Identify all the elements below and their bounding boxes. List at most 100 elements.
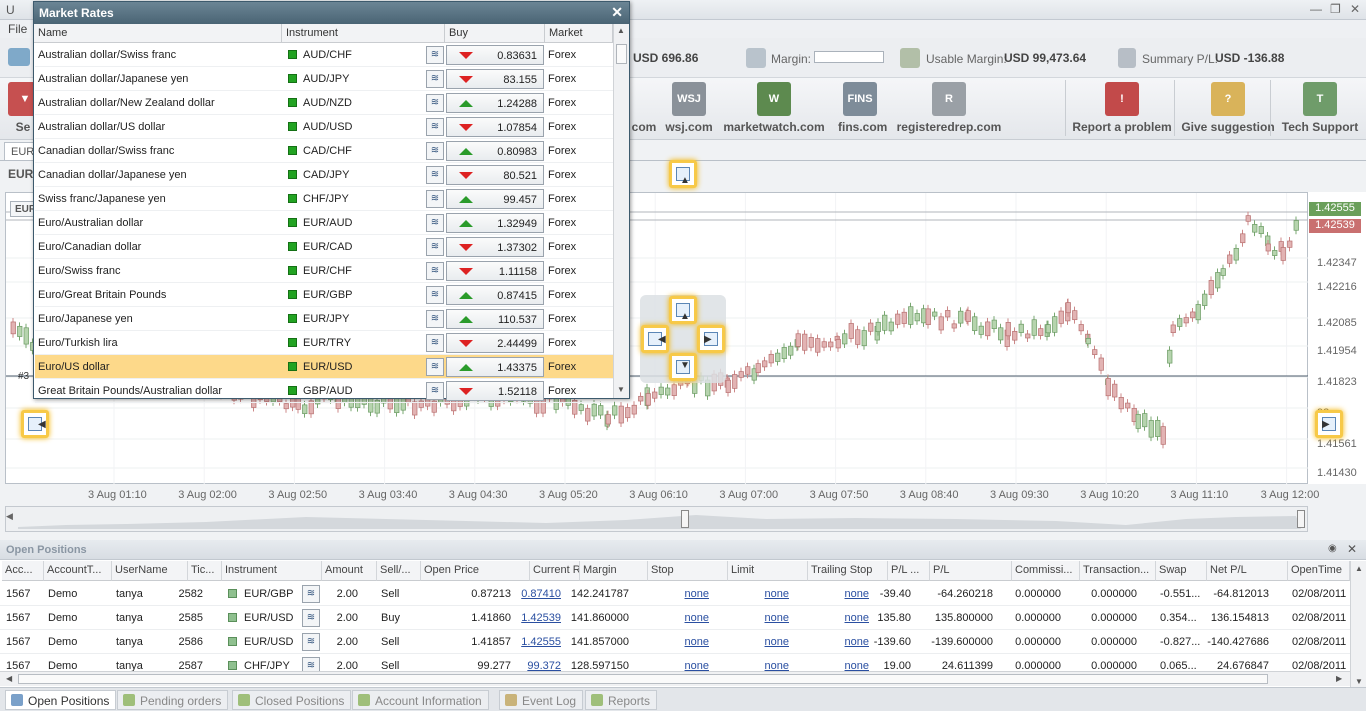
toolbar-item-2[interactable]: FINS fins.com <box>838 82 887 134</box>
positions-col-header[interactable]: Tic... <box>188 561 222 581</box>
chart-icon[interactable]: ≋ <box>426 94 444 112</box>
positions-col-header[interactable]: Trailing Stop <box>808 561 888 581</box>
tab-account-information[interactable]: Account Information <box>352 690 489 710</box>
cell-stop[interactable]: none <box>685 588 709 600</box>
buy-button[interactable]: 2.44499 <box>446 333 544 353</box>
buy-button[interactable]: 0.80983 <box>446 141 544 161</box>
cell-currentrate[interactable]: 1.42555 <box>521 636 561 648</box>
rate-row[interactable]: Euro/Turkish lira EUR/TRY ≋ 2.44499 Forex <box>35 331 613 355</box>
cell-trailingstop[interactable]: none <box>845 636 869 648</box>
positions-col-header[interactable]: Acc... <box>2 561 44 581</box>
cell-stop[interactable]: none <box>685 636 709 648</box>
nav-left-handle[interactable] <box>681 510 689 528</box>
chart-icon[interactable]: ≋ <box>426 238 444 256</box>
buy-button[interactable]: 1.24288 <box>446 93 544 113</box>
toolbar-item-6[interactable]: T Tech Support <box>1280 82 1360 134</box>
positions-col-header[interactable]: Net P/L <box>1207 561 1288 581</box>
market-rates-scrollbar[interactable]: ▲ ▼ <box>613 24 629 398</box>
close-app-icon[interactable]: ✕ <box>1350 2 1360 16</box>
scroll-thumb[interactable] <box>616 44 627 64</box>
toolbar-item-5[interactable]: ? Give suggestion <box>1180 82 1276 134</box>
cell-currentrate[interactable]: 1.42539 <box>521 612 561 624</box>
buy-button[interactable]: 1.43375 <box>446 357 544 377</box>
positions-col-header[interactable]: Commissi... <box>1012 561 1080 581</box>
maximize-icon[interactable]: ❐ <box>1330 2 1341 16</box>
buy-button[interactable]: 83.155 <box>446 69 544 89</box>
dock-guide-top[interactable]: ▲ <box>669 160 697 188</box>
positions-col-header[interactable]: OpenTime <box>1288 561 1350 581</box>
rate-row[interactable]: Australian dollar/Japanese yen AUD/JPY ≋ 83… <box>35 67 613 91</box>
rate-row[interactable]: Canadian dollar/Swiss franc CAD/CHF ≋ 0.809… <box>35 139 613 163</box>
chart-icon[interactable]: ≋ <box>426 46 444 64</box>
chart-icon[interactable]: ≋ <box>426 310 444 328</box>
toolbar-item-3[interactable]: Rregisteredrep.com <box>893 82 1005 134</box>
positions-vscroll[interactable]: ▲ ▼ <box>1350 561 1366 689</box>
buy-button[interactable]: 1.32949 <box>446 213 544 233</box>
toolbar-partial-com[interactable]: com <box>630 82 658 134</box>
cell-currentrate[interactable]: 0.87410 <box>521 588 561 600</box>
chart-icon[interactable]: ≋ <box>426 142 444 160</box>
chart-icon[interactable]: ≋ <box>426 334 444 352</box>
buy-button[interactable]: 1.07854 <box>446 117 544 137</box>
chart-icon[interactable]: ≋ <box>426 286 444 304</box>
close-icon[interactable]: ✕ <box>611 4 623 21</box>
scroll-right-icon[interactable]: ▶ <box>1336 674 1342 683</box>
cell-trailingstop[interactable]: none <box>845 612 869 624</box>
market-rates-window[interactable]: Market Rates ✕ Name Instrument Buy Marke… <box>33 1 630 403</box>
chart-icon[interactable]: ≋ <box>426 382 444 400</box>
cell-limit[interactable]: none <box>765 636 789 648</box>
positions-col-header[interactable]: UserName <box>112 561 188 581</box>
rate-row[interactable]: Swiss franc/Japanese yen CHF/JPY ≋ 99.457 Fo… <box>35 187 613 211</box>
chart-icon[interactable]: ≋ <box>302 633 320 651</box>
rate-row[interactable]: Australian dollar/Swiss franc AUD/CHF ≋ 0.8… <box>35 43 613 67</box>
rate-row[interactable]: Euro/Canadian dollar EUR/CAD ≋ 1.37302 Forex <box>35 235 613 259</box>
scroll-down-icon[interactable]: ▼ <box>1355 677 1363 686</box>
menu-file[interactable]: File <box>8 22 27 36</box>
positions-col-header[interactable]: Limit <box>728 561 808 581</box>
positions-col-header[interactable]: Instrument <box>222 561 322 581</box>
scroll-up-icon[interactable]: ▲ <box>1355 564 1363 573</box>
positions-col-header[interactable]: Sell/... <box>377 561 421 581</box>
positions-col-header[interactable]: Amount <box>322 561 377 581</box>
toolbar-item-0[interactable]: WSJ wsj.com <box>663 82 715 134</box>
table-row[interactable]: 1567 Demo tanya 2585 EUR/USD 2.00 Buy 1.41860 1.… <box>0 606 1350 630</box>
nav-right-handle[interactable] <box>1297 510 1305 528</box>
buy-button[interactable]: 1.37302 <box>446 237 544 257</box>
col-buy[interactable]: Buy <box>445 24 545 43</box>
tab-event-log[interactable]: Event Log <box>499 690 584 710</box>
rate-row[interactable]: Euro/US dollar EUR/USD ≋ 1.43375 Forex <box>35 355 613 379</box>
minimize-icon[interactable]: — <box>1310 2 1322 16</box>
positions-col-header[interactable]: P/L <box>930 561 1012 581</box>
buy-button[interactable]: 0.83631 <box>446 45 544 65</box>
dock-center-bottom[interactable]: ▼ <box>669 353 697 381</box>
dock-center-top[interactable]: ▲ <box>669 296 697 324</box>
col-name[interactable]: Name <box>34 24 282 43</box>
chart-icon[interactable]: ≋ <box>426 214 444 232</box>
col-market[interactable]: Market <box>545 24 613 43</box>
positions-col-header[interactable]: Current Rate <box>530 561 580 581</box>
scroll-up-icon[interactable]: ▲ <box>617 26 625 35</box>
positions-col-header[interactable]: Swap <box>1156 561 1207 581</box>
buy-button[interactable]: 110.537 <box>446 309 544 329</box>
rate-row[interactable]: Canadian dollar/Japanese yen CAD/JPY ≋ 80.5… <box>35 163 613 187</box>
positions-col-header[interactable]: AccountT... <box>44 561 112 581</box>
positions-col-header[interactable]: Stop <box>648 561 728 581</box>
rate-row[interactable]: Great Britain Pounds/Australian dollar GB… <box>35 379 613 403</box>
buy-button[interactable]: 80.521 <box>446 165 544 185</box>
buy-button[interactable]: 99.457 <box>446 189 544 209</box>
chart-navigator[interactable]: ◀ <box>5 506 1308 532</box>
table-row[interactable]: 1567 Demo tanya 2586 EUR/USD 2.00 Sell 1.41857 1… <box>0 630 1350 654</box>
scroll-left-icon[interactable]: ◀ <box>6 674 12 683</box>
dock-guide-left[interactable]: ◀ <box>21 410 49 438</box>
buy-button[interactable]: 1.11158 <box>446 261 544 281</box>
cell-stop[interactable]: none <box>685 612 709 624</box>
tab-reports[interactable]: Reports <box>585 690 658 710</box>
buy-button[interactable]: 1.52118 <box>446 381 544 401</box>
rate-row[interactable]: Euro/Swiss franc EUR/CHF ≋ 1.11158 Forex <box>35 259 613 283</box>
panel-close-icon[interactable]: ✕ <box>1347 542 1357 556</box>
chart-icon[interactable]: ≋ <box>302 609 320 627</box>
toolbar-item-4[interactable]: ! Report a problem <box>1070 82 1174 134</box>
chart-icon[interactable]: ≋ <box>426 166 444 184</box>
hscroll-thumb[interactable] <box>18 674 1268 684</box>
dock-center-right[interactable]: ▶ <box>697 325 725 353</box>
